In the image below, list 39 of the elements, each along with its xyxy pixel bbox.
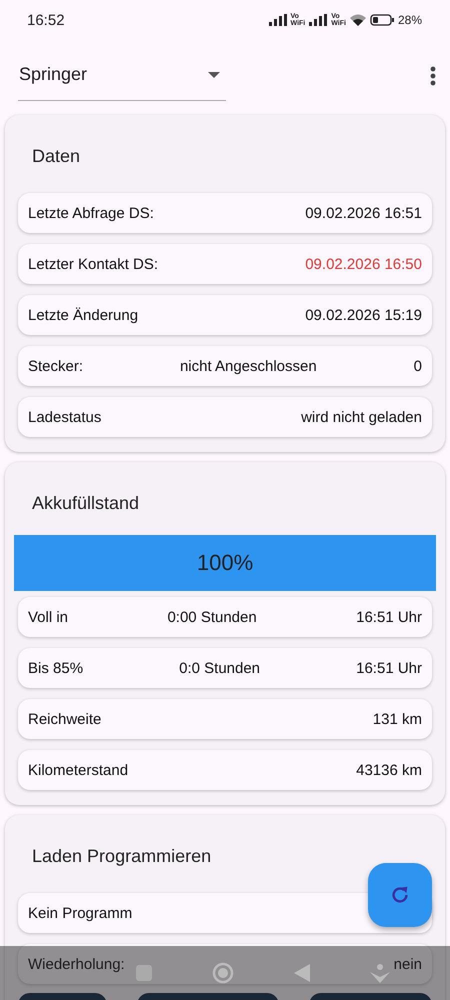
- row-value: 43136 km: [356, 762, 422, 778]
- refresh-button[interactable]: [368, 863, 432, 927]
- status-time: 16:52: [27, 12, 65, 28]
- row-value: nein: [394, 956, 422, 972]
- row-value: 0: [414, 358, 422, 374]
- row-label: Letzte Abfrage DS:: [28, 204, 154, 222]
- dot-chevron-icon[interactable]: [370, 963, 390, 983]
- row-label: Letzter Kontakt DS:: [28, 256, 158, 272]
- vehicle-dropdown[interactable]: Springer: [18, 57, 226, 101]
- row-label: Voll in: [28, 608, 68, 626]
- row-value: 16:51 Uhr: [356, 608, 422, 626]
- signal-icon: [309, 14, 328, 26]
- row-value: 09.02.2026 16:51: [305, 204, 422, 222]
- row-label: Reichweite: [28, 710, 102, 728]
- row-label: Kilometerstand: [28, 762, 128, 778]
- row-middle-value: 0:00 Stunden: [167, 608, 257, 626]
- wifi-icon: [350, 14, 366, 26]
- signal-icon: [268, 14, 287, 26]
- battery-icon: [370, 14, 394, 26]
- row-label: Wiederholung:: [28, 956, 125, 972]
- row-middle-value: nicht Angeschlossen: [180, 358, 317, 374]
- row-label: Bis 85%: [28, 660, 84, 676]
- battery-percent: 28%: [398, 13, 422, 27]
- card-title: Akkufüllstand: [31, 492, 140, 515]
- row-value: 131 km: [372, 710, 422, 728]
- row-label: Kein Programm: [28, 904, 132, 922]
- dropdown-caret-icon: [208, 72, 220, 78]
- more-menu-icon[interactable]: [430, 66, 436, 86]
- row-label: Letzte Änderung: [28, 306, 138, 324]
- charge-percent: 100%: [196, 550, 254, 576]
- card-title: Daten: [31, 145, 82, 168]
- row-value: wird nicht geladen: [301, 408, 422, 426]
- row-label: Stecker:: [28, 358, 84, 374]
- card-title: Laden Programmieren: [31, 845, 212, 868]
- row-value: 09.02.2026 15:19: [305, 306, 422, 324]
- row-middle-value: 0:0 Stunden: [179, 660, 260, 676]
- row-label: Ladestatus: [28, 408, 102, 426]
- row-value: 09.02.2026 16:50: [305, 256, 422, 272]
- row-value: 16:51 Uhr: [356, 660, 422, 676]
